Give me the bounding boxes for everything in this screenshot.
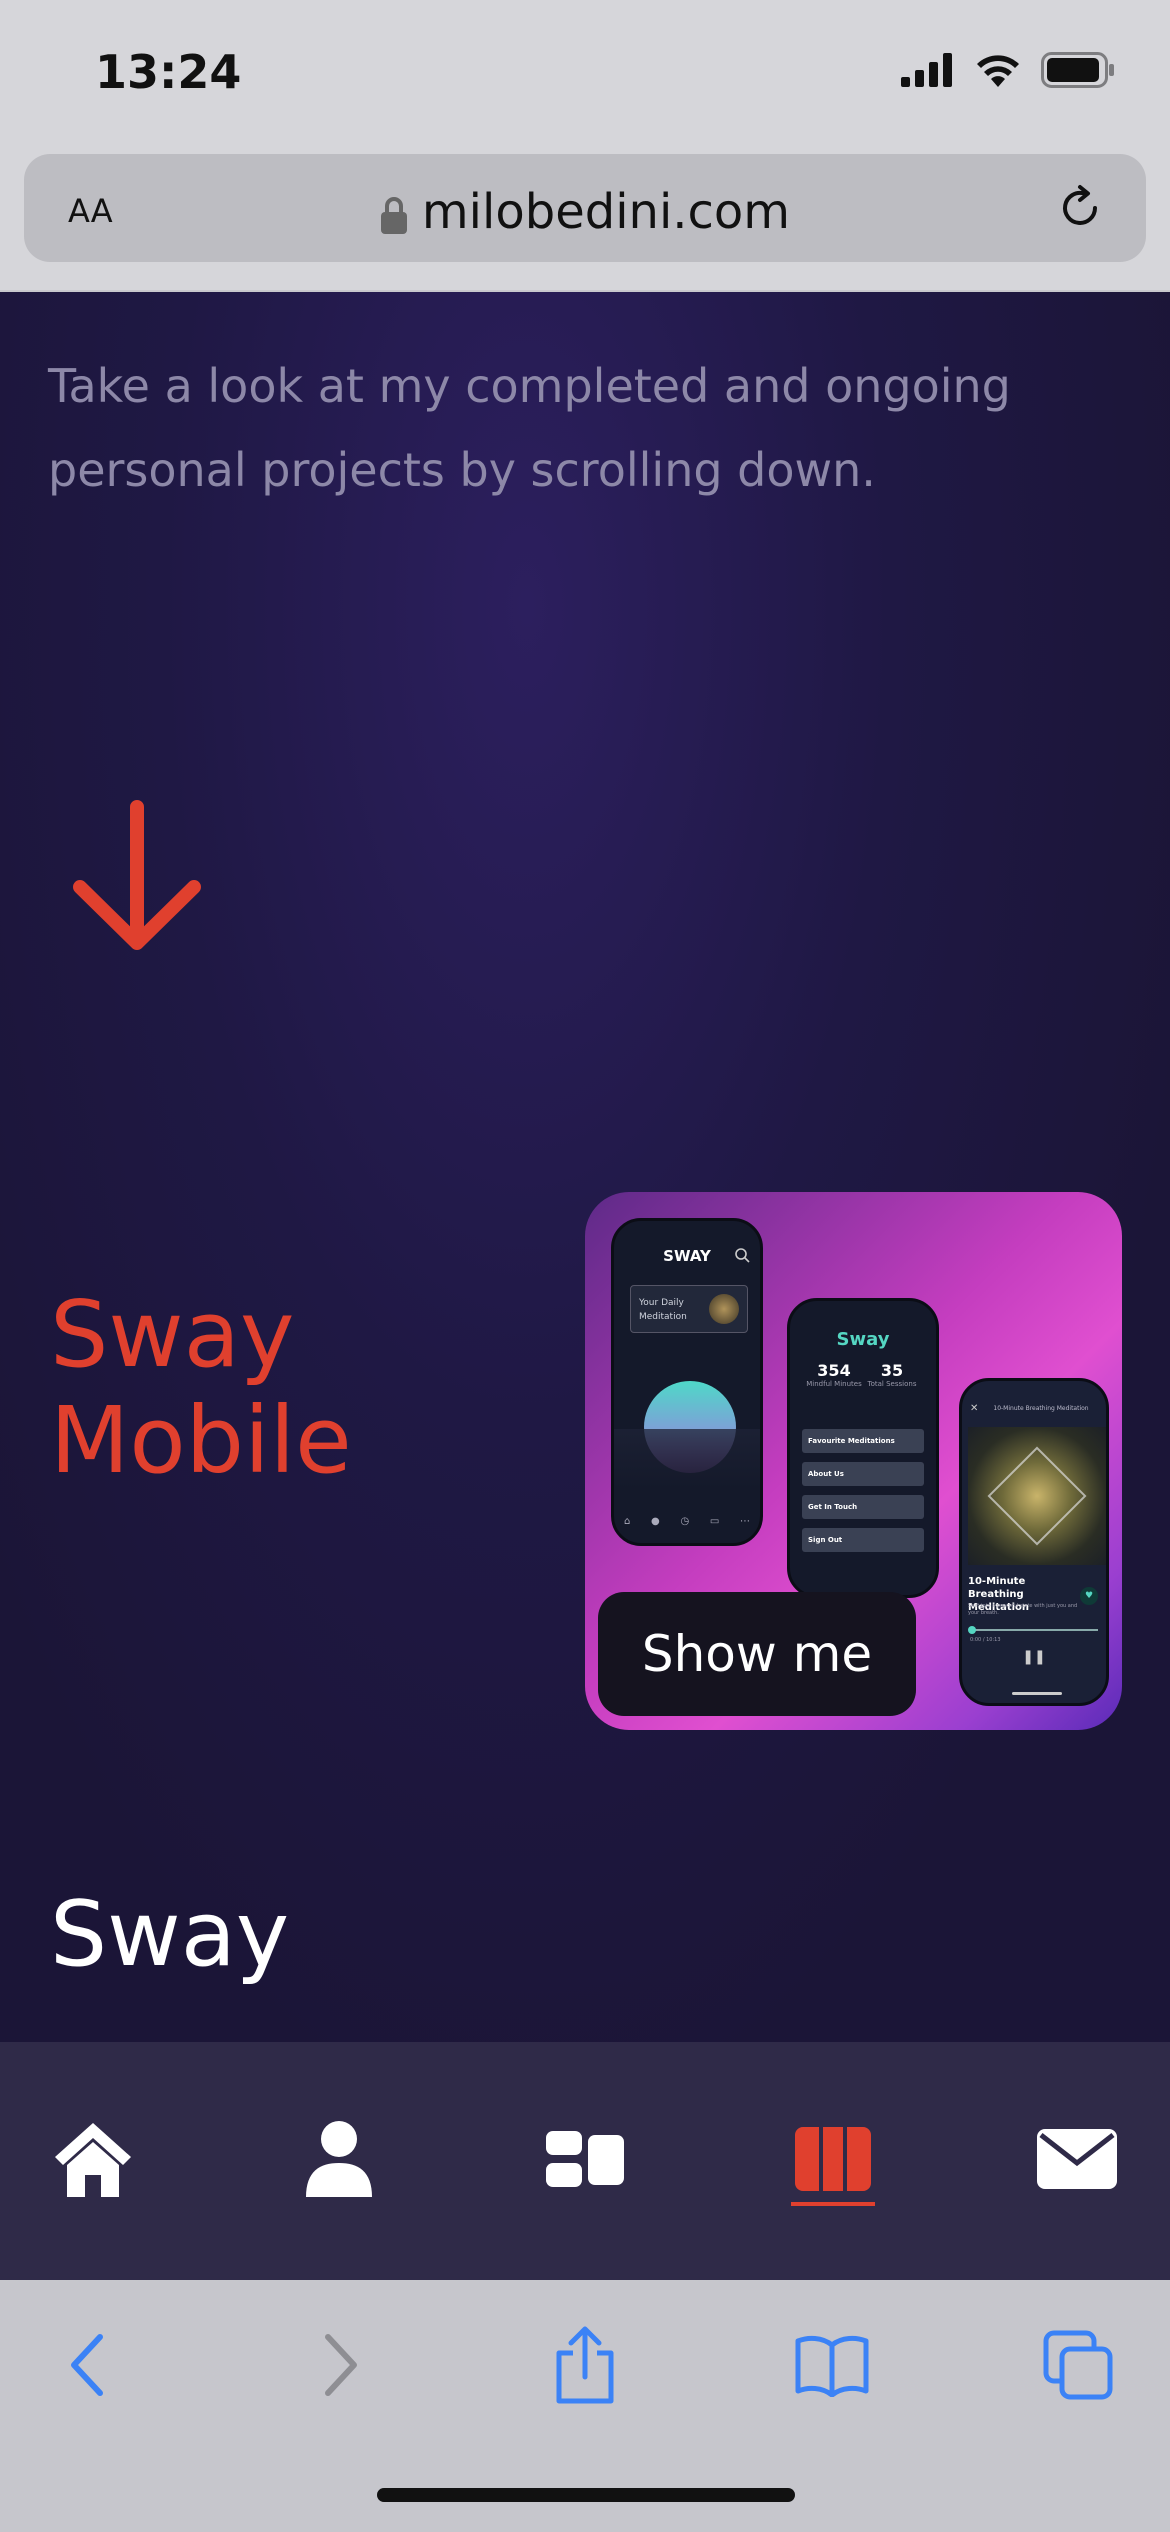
show-me-button[interactable]: Show me bbox=[598, 1592, 916, 1716]
stat-minutes: 354 Mindful Minutes bbox=[804, 1361, 864, 1388]
menu-contact: Get In Touch bbox=[802, 1495, 924, 1519]
phone1-tabbar: ⌂ ● ◷ ▭ ⋯ bbox=[624, 1516, 750, 1527]
stat-minutes-label: Mindful Minutes bbox=[806, 1380, 862, 1388]
daily-meditation-box: Your Daily Meditation bbox=[630, 1285, 748, 1333]
intro-text: Take a look at my completed and ongoing … bbox=[48, 359, 1011, 497]
nav-home[interactable] bbox=[48, 2114, 138, 2204]
battery-icon bbox=[1041, 52, 1114, 88]
user-icon bbox=[306, 2121, 372, 2197]
artwork-diamond bbox=[987, 1446, 1087, 1546]
pause-icon: ❚❚ bbox=[1022, 1649, 1046, 1665]
phone-mockup-profile: Sway 354 Mindful Minutes 35 Total Sessio… bbox=[787, 1298, 939, 1598]
address-bar[interactable]: AA milobedini.com bbox=[24, 154, 1146, 262]
stat-sessions-label: Total Sessions bbox=[867, 1380, 917, 1388]
forward-button[interactable] bbox=[300, 2325, 380, 2405]
home-icon bbox=[55, 2123, 131, 2197]
sunset-water bbox=[614, 1429, 760, 1489]
phone-mockup-player: ✕ 10-Minute Breathing Meditation 10-Minu… bbox=[959, 1378, 1109, 1706]
meditation-thumbnail bbox=[709, 1294, 739, 1324]
profile-menu: Favourite Meditations About Us Get In To… bbox=[802, 1429, 924, 1552]
stat-minutes-value: 354 bbox=[817, 1361, 851, 1380]
player-time: 0:00 / 10:13 bbox=[970, 1637, 1001, 1643]
tab-history-icon: ◷ bbox=[680, 1516, 690, 1527]
nav-about[interactable] bbox=[294, 2114, 384, 2204]
stat-sessions: 35 Total Sessions bbox=[862, 1361, 922, 1388]
site-nav-bar bbox=[0, 2042, 1170, 2280]
project-title-line1: Sway bbox=[50, 1281, 295, 1388]
tab-home-icon: ⌂ bbox=[624, 1516, 631, 1527]
grid-icon bbox=[546, 2131, 624, 2187]
phone-mockup-home: SWAY Your Daily Meditation ⌂ ● ◷ ▭ ⋯ bbox=[611, 1218, 763, 1546]
back-button[interactable] bbox=[48, 2325, 128, 2405]
progress-knob bbox=[968, 1626, 976, 1634]
close-icon: ✕ bbox=[970, 1403, 979, 1414]
phone2-brand: Sway bbox=[836, 1329, 890, 1350]
share-button[interactable] bbox=[545, 2325, 625, 2405]
project-title-line2: Mobile bbox=[50, 1387, 352, 1494]
project-title: Sway Mobile bbox=[50, 1282, 352, 1494]
arrow-down-icon bbox=[73, 800, 201, 950]
stat-sessions-value: 35 bbox=[880, 1361, 904, 1380]
bookmarks-icon bbox=[795, 2335, 869, 2397]
search-icon bbox=[735, 1248, 750, 1263]
projects-icon bbox=[795, 2127, 871, 2191]
reload-icon[interactable] bbox=[1054, 182, 1106, 234]
player-desc: Shift into a peaceful state with just yo… bbox=[968, 1603, 1078, 1616]
back-icon bbox=[71, 2334, 103, 2396]
tab-book-icon: ▭ bbox=[709, 1516, 720, 1527]
domain-text: milobedini.com bbox=[421, 184, 791, 240]
tabs-icon bbox=[1043, 2330, 1113, 2400]
bookmarks-button[interactable] bbox=[792, 2325, 872, 2405]
active-nav-indicator bbox=[791, 2202, 875, 2206]
phone3-home-indicator bbox=[1012, 1692, 1062, 1695]
status-time: 13:24 bbox=[95, 45, 242, 99]
daily-meditation-label: Your Daily Meditation bbox=[639, 1298, 687, 1322]
meditation-artwork bbox=[968, 1427, 1106, 1565]
lock-icon bbox=[380, 197, 407, 234]
tab-user-icon: ● bbox=[651, 1516, 660, 1527]
page-content: Take a look at my completed and ongoing … bbox=[0, 292, 1170, 2042]
section-title: Sway bbox=[50, 1882, 290, 1987]
home-indicator bbox=[377, 2488, 795, 2502]
tabs-button[interactable] bbox=[1038, 2325, 1118, 2405]
nav-portfolio[interactable] bbox=[540, 2114, 630, 2204]
address-bar-area: AA milobedini.com bbox=[0, 150, 1170, 292]
menu-signout: Sign Out bbox=[802, 1528, 924, 1552]
wifi-icon bbox=[977, 55, 1019, 87]
nav-projects[interactable] bbox=[788, 2114, 878, 2204]
status-icons bbox=[901, 52, 1115, 88]
menu-favourites: Favourite Meditations bbox=[802, 1429, 924, 1453]
progress-track bbox=[970, 1629, 1098, 1631]
player-header: 10-Minute Breathing Meditation bbox=[993, 1405, 1089, 1412]
menu-about: About Us bbox=[802, 1462, 924, 1486]
mail-icon bbox=[1037, 2129, 1117, 2189]
nav-contact[interactable] bbox=[1032, 2114, 1122, 2204]
status-bar: 13:24 bbox=[0, 0, 1170, 150]
signal-icon bbox=[901, 53, 952, 87]
url-display[interactable]: milobedini.com bbox=[24, 184, 1146, 240]
share-icon bbox=[556, 2326, 614, 2404]
tab-more-icon: ⋯ bbox=[739, 1516, 750, 1527]
forward-icon bbox=[325, 2334, 357, 2396]
